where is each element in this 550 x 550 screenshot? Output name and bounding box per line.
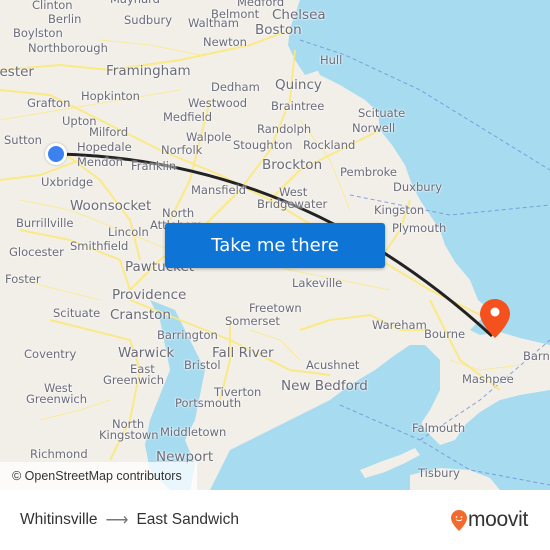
place-label: Dedham xyxy=(211,80,260,94)
place-label: Quincy xyxy=(275,77,322,93)
place-label: Newton xyxy=(203,35,247,49)
place-label: Fall River xyxy=(212,345,274,361)
place-label: Woonsocket xyxy=(70,198,152,214)
place-label: New Bedford xyxy=(281,378,368,394)
route-summary: Whitinsville ⟶ East Sandwich xyxy=(20,490,239,550)
place-label: Medfield xyxy=(163,110,213,124)
place-label: Smithfield xyxy=(70,239,129,253)
place-label: Barrington xyxy=(157,328,218,342)
moovit-pin-icon xyxy=(450,509,467,531)
place-label: Cranston xyxy=(110,307,171,323)
place-label: Bristol xyxy=(184,358,221,372)
place-label: Hopkinton xyxy=(81,89,140,103)
place-label: Sudbury xyxy=(124,13,173,27)
origin-marker[interactable] xyxy=(45,143,67,165)
place-label: Kingstown xyxy=(99,428,159,442)
place-label: Portsmouth xyxy=(175,396,242,410)
place-label: Mansfield xyxy=(191,183,247,197)
place-label: Duxbury xyxy=(393,180,443,194)
place-label: Northborough xyxy=(28,41,108,55)
place-label: Norfolk xyxy=(161,143,203,157)
place-label: Walpole xyxy=(186,130,232,144)
place-label: Boylston xyxy=(13,26,63,40)
place-label: Falmouth xyxy=(412,421,466,435)
brand-name: moovit xyxy=(467,508,528,531)
place-label: Clinton xyxy=(32,0,73,12)
place-label: Framingham xyxy=(106,63,191,79)
place-label: Coventry xyxy=(24,347,77,361)
place-label: Greenwich xyxy=(103,373,165,387)
place-label: Tisbury xyxy=(418,466,460,480)
place-label: Hull xyxy=(320,53,343,67)
place-label: Uxbridge xyxy=(41,175,94,189)
place-label: Glocester xyxy=(9,245,64,259)
origin-name: Whitinsville xyxy=(20,511,98,528)
footer-bar: Whitinsville ⟶ East Sandwich moovit xyxy=(0,490,550,550)
place-label: Maynard xyxy=(110,0,160,6)
place-label: Brockton xyxy=(262,157,323,173)
place-label: Providence xyxy=(112,287,187,303)
place-label: Rockland xyxy=(303,138,356,152)
place-label: Somerset xyxy=(225,314,280,328)
place-label: Waltham xyxy=(188,16,239,30)
place-label: Acushnet xyxy=(306,358,360,372)
place-label: Milford xyxy=(89,125,129,139)
place-label: Sutton xyxy=(4,133,42,147)
map-pin-icon xyxy=(480,299,510,338)
place-label: Pembroke xyxy=(340,165,397,179)
place-label: Greenwich xyxy=(26,392,88,406)
map-attribution[interactable]: © OpenStreetMap contributors xyxy=(0,462,197,490)
place-label: Barnstable xyxy=(523,349,550,363)
place-label: Freetown xyxy=(249,301,302,315)
place-label: Lincoln xyxy=(108,225,149,239)
place-label: Plymouth xyxy=(392,221,447,235)
place-label: Westwood xyxy=(188,96,248,110)
place-label: Chelsea xyxy=(272,7,326,23)
place-label: Wareham xyxy=(372,318,427,332)
place-label: Scituate xyxy=(53,306,101,320)
place-label: Grafton xyxy=(27,96,71,110)
place-label: Bridgewater xyxy=(257,197,328,211)
place-label: Warwick xyxy=(118,345,175,361)
arrow-right-icon: ⟶ xyxy=(105,512,129,529)
place-label: Foster xyxy=(5,272,41,286)
place-label: Randolph xyxy=(257,122,312,136)
place-label: Braintree xyxy=(271,99,325,113)
place-label: Boston xyxy=(255,22,302,38)
place-label: Burrillville xyxy=(16,216,74,230)
place-label: Berlin xyxy=(48,12,82,26)
place-label: Mashpee xyxy=(462,372,514,386)
place-label: Mendon xyxy=(77,155,123,169)
place-label: Kingston xyxy=(374,203,425,217)
moovit-logo[interactable]: moovit xyxy=(450,490,528,550)
destination-name: East Sandwich xyxy=(136,511,239,528)
place-label: Middletown xyxy=(160,425,227,439)
place-label: Scituate xyxy=(358,106,406,120)
place-label: Franklin xyxy=(131,159,177,173)
take-me-there-button[interactable]: Take me there xyxy=(165,223,385,268)
place-label: Lakeville xyxy=(292,276,343,290)
place-label: Worcester xyxy=(0,64,34,80)
place-label: Hopedale xyxy=(77,140,132,154)
place-label: Richmond xyxy=(30,447,88,461)
place-label: Bourne xyxy=(424,327,466,341)
map-view[interactable]: ClintonMaynardMedfordBerlinSudburyBelmon… xyxy=(0,0,550,490)
place-label: Norwell xyxy=(352,121,396,135)
destination-marker[interactable] xyxy=(480,299,510,343)
place-label: Stoughton xyxy=(233,138,293,152)
